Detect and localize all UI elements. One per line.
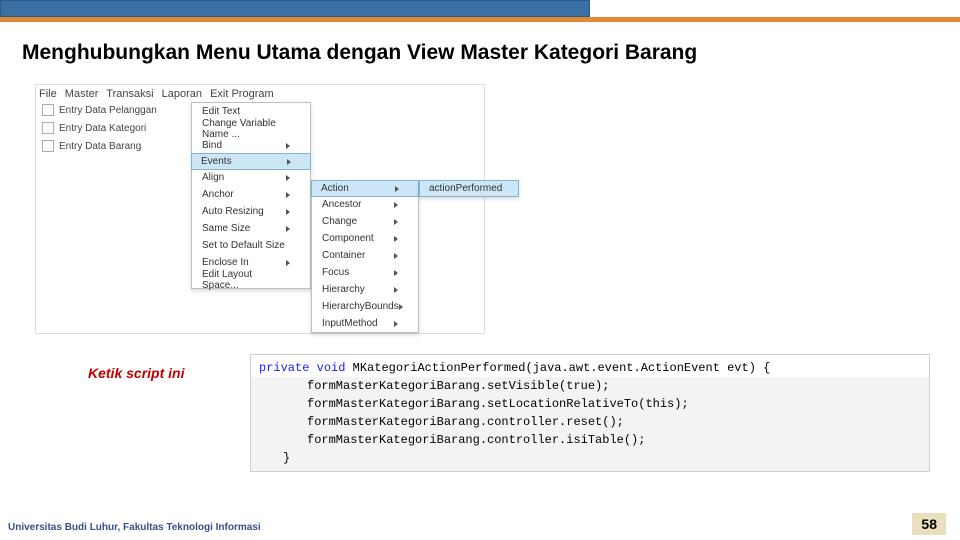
ctx2-change[interactable]: Change [312, 213, 418, 230]
ctx-label: Enclose In [202, 257, 249, 268]
ctx-label: Container [322, 250, 365, 261]
ctx2-hbounds[interactable]: HierarchyBounds [312, 298, 418, 315]
chevron-right-icon [286, 143, 290, 149]
ctx2-component[interactable]: Component [312, 230, 418, 247]
checkbox-icon [42, 104, 54, 116]
ctx2-container[interactable]: Container [312, 247, 418, 264]
ctx-anchor[interactable]: Anchor [192, 186, 310, 203]
chevron-right-icon [287, 159, 291, 165]
checkbox-icon [42, 140, 54, 152]
ctx-label: Set to Default Size [202, 240, 285, 251]
ctx-label: InputMethod [322, 318, 378, 329]
ide-screenshot: File Master Transaksi Laporan Exit Progr… [35, 84, 485, 334]
method-sig: MKategoriActionPerformed(java.awt.event.… [353, 361, 771, 375]
ctx-label: Align [202, 172, 224, 183]
chevron-right-icon [394, 219, 398, 225]
chevron-right-icon [394, 287, 398, 293]
chevron-right-icon [394, 321, 398, 327]
page-number: 58 [912, 513, 946, 535]
ctx-label: actionPerformed [429, 183, 502, 194]
drop-item-barang[interactable]: Entry Data Barang [42, 137, 157, 155]
drop-item-pelanggan[interactable]: Entry Data Pelanggan [42, 101, 157, 119]
ctx2-focus[interactable]: Focus [312, 264, 418, 281]
ctx-events[interactable]: Events [191, 153, 311, 170]
code-line: formMasterKategoriBarang.controller.isiT… [307, 433, 645, 447]
ctx-label: Edit Layout Space... [202, 269, 290, 291]
ctx-label: Action [321, 183, 349, 194]
instruction-label: Ketik script ini [88, 365, 184, 381]
top-orange-strip [0, 17, 960, 22]
chevron-right-icon [394, 270, 398, 276]
page-title: Menghubungkan Menu Utama dengan View Mas… [22, 41, 697, 65]
ctx-label: Ancestor [322, 199, 361, 210]
context-menu-3: actionPerformed [419, 180, 519, 197]
slide-top-bar [0, 0, 960, 24]
ctx-align[interactable]: Align [192, 169, 310, 186]
keyword: void [317, 361, 346, 375]
chevron-right-icon [286, 260, 290, 266]
chevron-right-icon [394, 202, 398, 208]
checkbox-icon [42, 122, 54, 134]
ctx-samesize[interactable]: Same Size [192, 220, 310, 237]
ctx-autoresize[interactable]: Auto Resizing [192, 203, 310, 220]
ctx-label: Events [201, 156, 232, 167]
drop-item-label: Entry Data Pelanggan [59, 105, 157, 116]
chevron-right-icon [286, 192, 290, 198]
drop-item-label: Entry Data Barang [59, 141, 141, 152]
chevron-right-icon [399, 304, 403, 310]
code-snippet: private void MKategoriActionPerformed(ja… [250, 354, 930, 472]
drop-item-kategori[interactable]: Entry Data Kategori [42, 119, 157, 137]
ctx2-hierarchy[interactable]: Hierarchy [312, 281, 418, 298]
ctx2-ancestor[interactable]: Ancestor [312, 196, 418, 213]
menu-transaksi[interactable]: Transaksi [106, 88, 153, 100]
ctx3-actionperformed[interactable]: actionPerformed [419, 180, 519, 197]
ctx-change-var[interactable]: Change Variable Name ... [192, 120, 310, 137]
ctx-label: Component [322, 233, 374, 244]
ctx-label: Change [322, 216, 357, 227]
ctx-label: Edit Text [202, 106, 240, 117]
context-menu-1: Edit Text Change Variable Name ... Bind … [191, 102, 311, 289]
menu-laporan[interactable]: Laporan [162, 88, 202, 100]
ctx-bind[interactable]: Bind [192, 137, 310, 154]
code-line: formMasterKategoriBarang.setVisible(true… [307, 379, 609, 393]
chevron-right-icon [286, 175, 290, 181]
ctx-label: Same Size [202, 223, 250, 234]
menu-master[interactable]: Master [65, 88, 99, 100]
code-close: } [283, 451, 290, 465]
chevron-right-icon [394, 253, 398, 259]
master-dropdown: Entry Data Pelanggan Entry Data Kategori… [42, 101, 157, 155]
chevron-right-icon [286, 226, 290, 232]
top-blue-strip [0, 0, 590, 17]
ctx-label: Focus [322, 267, 349, 278]
ctx-defaultsize[interactable]: Set to Default Size [192, 237, 310, 254]
menubar: File Master Transaksi Laporan Exit Progr… [39, 88, 279, 100]
ctx-label: Auto Resizing [202, 206, 264, 217]
ctx-label: Bind [202, 140, 222, 151]
ctx-label: Anchor [202, 189, 234, 200]
chevron-right-icon [395, 186, 399, 192]
ctx-label: Change Variable Name ... [202, 118, 290, 140]
code-line: formMasterKategoriBarang.setLocationRela… [307, 397, 689, 411]
menu-exit[interactable]: Exit Program [210, 88, 274, 100]
footer-text: Universitas Budi Luhur, Fakultas Teknolo… [8, 522, 261, 533]
ctx-label: HierarchyBounds [322, 301, 399, 312]
ctx2-action[interactable]: Action [311, 180, 419, 197]
ctx-editlayout[interactable]: Edit Layout Space... [192, 271, 310, 288]
keyword: private [259, 361, 309, 375]
code-line: formMasterKategoriBarang.controller.rese… [307, 415, 624, 429]
chevron-right-icon [394, 236, 398, 242]
chevron-right-icon [286, 209, 290, 215]
menu-file[interactable]: File [39, 88, 57, 100]
context-menu-2: Action Ancestor Change Component Contain… [311, 180, 419, 333]
drop-item-label: Entry Data Kategori [59, 123, 146, 134]
ctx2-inputmethod[interactable]: InputMethod [312, 315, 418, 332]
ctx-label: Hierarchy [322, 284, 365, 295]
